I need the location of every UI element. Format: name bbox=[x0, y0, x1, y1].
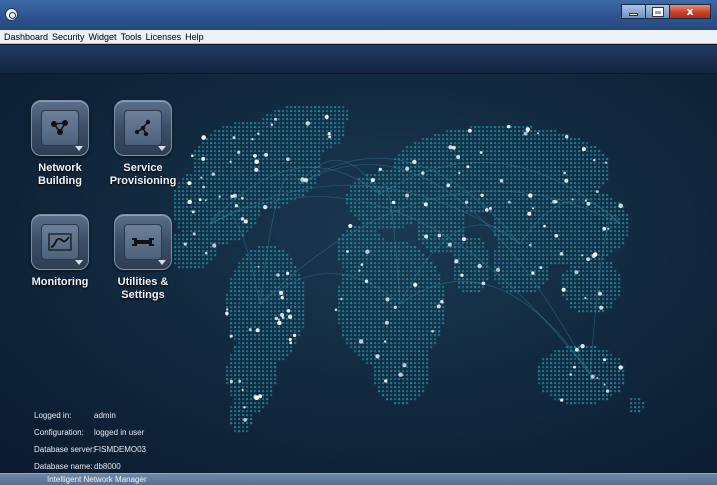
session-info-panel: Logged in: admin Configuration: logged i… bbox=[34, 407, 146, 475]
menu-security[interactable]: Security bbox=[50, 30, 87, 44]
database-name-label: Database name: bbox=[34, 462, 93, 471]
utilities-settings-launcher[interactable]: Utilities & Settings bbox=[93, 214, 193, 302]
info-row-configuration: Configuration: logged in user bbox=[34, 424, 146, 441]
minimize-icon bbox=[629, 12, 638, 16]
utilities-settings-label-line2: Settings bbox=[121, 289, 165, 301]
maximize-icon bbox=[651, 6, 664, 17]
dropdown-indicator-icon bbox=[75, 146, 83, 151]
window-title-bar[interactable]: x bbox=[0, 0, 717, 30]
menu-bar: Dashboard Security Widget Tools Licenses… bbox=[0, 30, 717, 44]
database-name-value: db8000 bbox=[94, 462, 121, 471]
configuration-value: logged in user bbox=[94, 428, 145, 437]
logged-in-value: admin bbox=[94, 411, 116, 420]
info-row-database-server: Database server: FISMDEMO03 bbox=[34, 441, 146, 458]
service-diagram-icon bbox=[124, 110, 162, 146]
toolbar bbox=[0, 45, 717, 74]
menu-help[interactable]: Help bbox=[183, 30, 206, 44]
dropdown-indicator-icon bbox=[158, 260, 166, 265]
dropdown-indicator-icon bbox=[158, 146, 166, 151]
close-button[interactable]: x bbox=[669, 4, 711, 19]
status-bar: Intelligent Network Manager bbox=[0, 473, 717, 485]
database-server-label: Database server: bbox=[34, 445, 95, 454]
menu-tools[interactable]: Tools bbox=[119, 30, 144, 44]
monitoring-tile[interactable] bbox=[31, 214, 89, 270]
service-provisioning-launcher[interactable]: Service Provisioning bbox=[93, 100, 193, 188]
service-provisioning-label-line1: Service bbox=[123, 162, 163, 174]
configuration-label: Configuration: bbox=[34, 428, 84, 437]
window-controls: x bbox=[621, 4, 711, 19]
utilities-settings-tile[interactable] bbox=[114, 214, 172, 270]
close-icon: x bbox=[686, 5, 694, 18]
database-server-value: FISMDEMO03 bbox=[94, 445, 147, 454]
service-provisioning-tile[interactable] bbox=[114, 100, 172, 156]
menu-widget[interactable]: Widget bbox=[87, 30, 119, 44]
network-diagram-icon bbox=[41, 110, 79, 146]
info-row-logged-in: Logged in: admin bbox=[34, 407, 146, 424]
minimize-button[interactable] bbox=[621, 4, 646, 19]
network-building-tile[interactable] bbox=[31, 100, 89, 156]
utilities-settings-label-line1: Utilities & bbox=[117, 276, 169, 288]
wrench-icon bbox=[124, 224, 162, 260]
waveform-icon bbox=[41, 224, 79, 260]
menu-licenses[interactable]: Licenses bbox=[144, 30, 184, 44]
app-logo-icon bbox=[5, 8, 18, 21]
maximize-button[interactable] bbox=[645, 4, 670, 19]
status-bar-text: Intelligent Network Manager bbox=[47, 475, 147, 484]
logged-in-label: Logged in: bbox=[34, 411, 72, 420]
dropdown-indicator-icon bbox=[75, 260, 83, 265]
service-provisioning-label-line2: Provisioning bbox=[109, 175, 177, 187]
menu-dashboard[interactable]: Dashboard bbox=[2, 30, 50, 44]
